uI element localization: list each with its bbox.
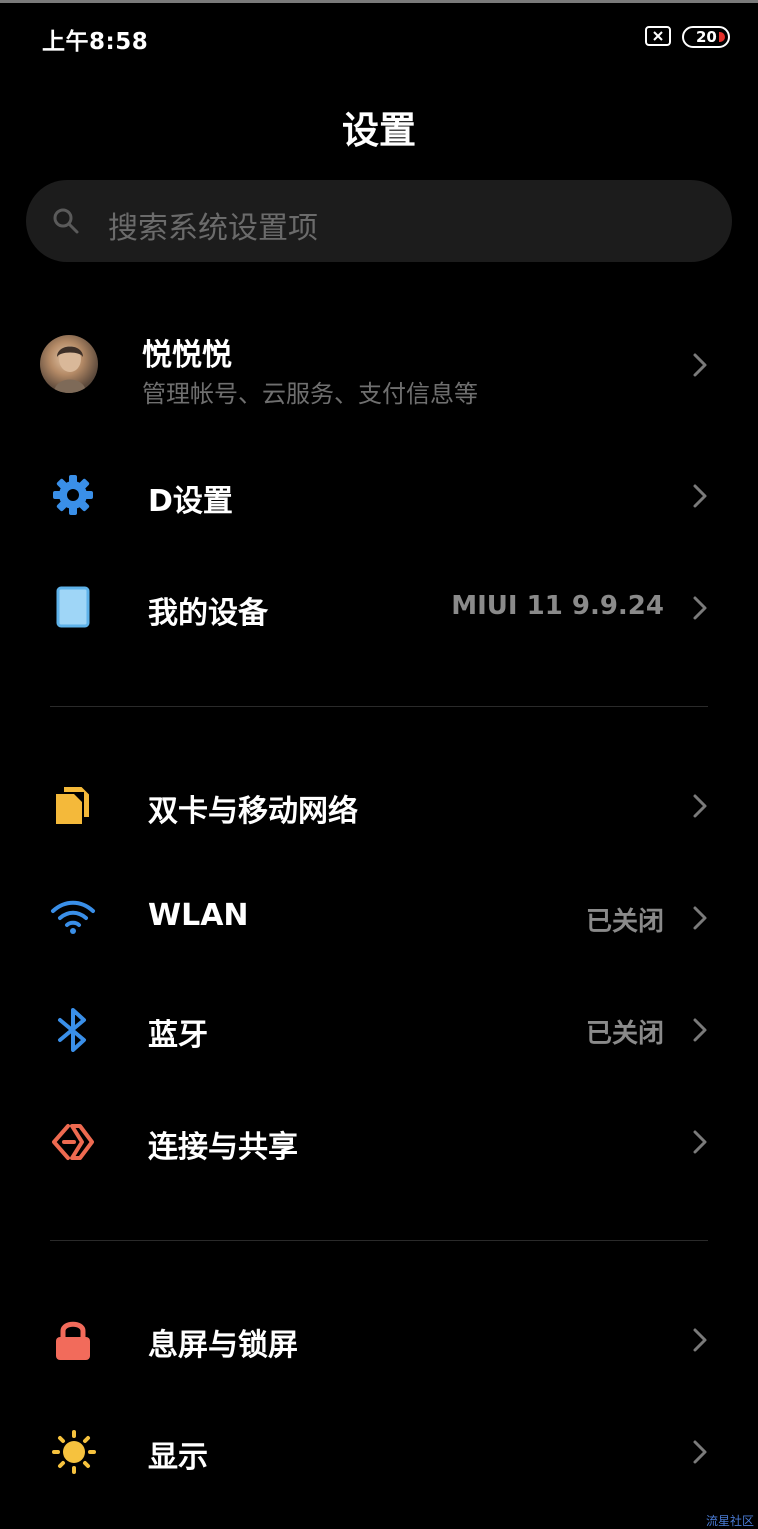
row-label: 双卡与移动网络 [148, 794, 358, 829]
chevron-right-icon [692, 1129, 708, 1159]
settings-row-my-device[interactable]: 我的设备 MIUI 11 9.9.24 [0, 558, 758, 658]
chevron-right-icon [692, 1327, 708, 1357]
watermark: 流星社区 [706, 1514, 755, 1528]
chevron-right-icon [692, 483, 708, 513]
status-bar: 上午8:58 20 [0, 0, 758, 74]
sun-icon [52, 1430, 96, 1478]
row-label: 连接与共享 [148, 1130, 298, 1165]
settings-row-lock-screen[interactable]: 息屏与锁屏 [0, 1290, 758, 1390]
tablet-icon [56, 586, 90, 632]
row-label: 我的设备 [148, 596, 268, 631]
avatar [40, 335, 98, 393]
row-label: 蓝牙 [148, 1018, 208, 1053]
settings-row-connection-sharing[interactable]: 连接与共享 [0, 1092, 758, 1192]
account-name: 悦悦悦 [142, 338, 232, 373]
settings-row-dual-sim[interactable]: 双卡与移动网络 [0, 756, 758, 856]
chevron-right-icon [692, 905, 708, 935]
row-label: 息屏与锁屏 [148, 1328, 298, 1363]
share-connect-icon [50, 1122, 94, 1166]
account-subtitle: 管理帐号、云服务、支付信息等 [142, 380, 478, 408]
battery-level-text: 20 [696, 28, 717, 46]
row-value: 已关闭 [585, 1019, 664, 1049]
status-time: 上午8:58 [42, 29, 149, 55]
section-divider [50, 1240, 708, 1241]
battery-icon: 20 [682, 26, 730, 48]
row-label: D设置 [148, 484, 233, 519]
settings-row-d-settings[interactable]: D设置 [0, 446, 758, 546]
search-placeholder: 搜索系统设置项 [108, 211, 318, 246]
chevron-right-icon [692, 1439, 708, 1469]
settings-row-bluetooth[interactable]: 蓝牙 已关闭 [0, 980, 758, 1080]
section-divider [50, 706, 708, 707]
sim-disabled-icon [645, 26, 671, 46]
wifi-icon [50, 898, 96, 940]
row-value: 已关闭 [585, 907, 664, 937]
chevron-right-icon [692, 1017, 708, 1047]
lock-icon [54, 1318, 92, 1366]
settings-row-display[interactable]: 显示 [0, 1402, 758, 1502]
battery-low-indicator [719, 32, 725, 42]
chevron-right-icon [692, 352, 708, 382]
chevron-right-icon [692, 595, 708, 625]
row-label: WLAN [148, 898, 249, 933]
row-value: MIUI 11 9.9.24 [451, 591, 664, 621]
bluetooth-icon [56, 1008, 90, 1056]
chevron-right-icon [692, 793, 708, 823]
gear-icon [52, 474, 94, 520]
settings-row-wlan[interactable]: WLAN 已关闭 [0, 868, 758, 968]
page-title: 设置 [342, 109, 416, 152]
row-label: 显示 [148, 1440, 208, 1475]
search-icon [52, 207, 80, 239]
sim-cards-icon [54, 784, 92, 830]
